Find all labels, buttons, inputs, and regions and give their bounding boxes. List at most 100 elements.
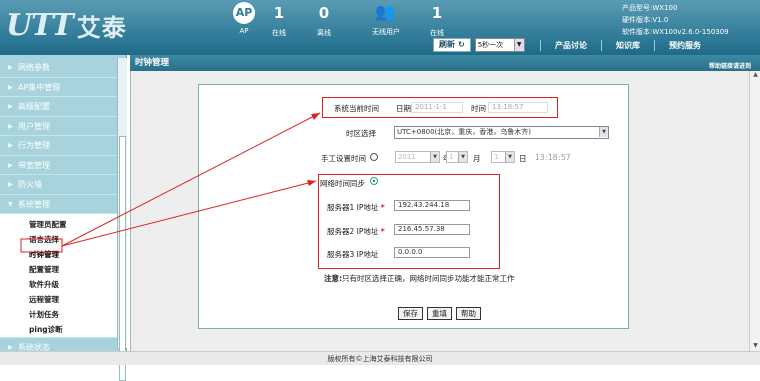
manual-time-radio[interactable] [370,153,378,161]
timezone-label: 时区选择 [346,129,376,138]
chevron-down-icon: ▼ [505,152,514,162]
server2-label: 服务器2 IP地址 * [327,227,385,236]
sidebar-item-advanced[interactable]: ▶ 高级配置 [0,97,126,117]
hour-field[interactable]: 13 [535,153,545,162]
refresh-interval-value: 5秒一次 [477,40,504,49]
day-value: 1 [494,153,499,161]
sidebar-subitem-schedule[interactable]: 计划任务 [0,307,126,322]
top-nav: 产品讨论 知识库 预约服务 [540,40,715,51]
ap-offline-stat: 0 离线 [313,3,335,38]
save-button[interactable]: 保存 [398,307,423,320]
refresh-bar: 刷新 ↻ 5秒一次 ▼ [433,37,525,52]
refresh-label: 刷新 [439,39,455,49]
nav-knowledge-base[interactable]: 知识库 [601,40,654,51]
minute-field[interactable]: 18 [548,153,558,162]
sidebar-scroll-thumb[interactable] [119,136,126,381]
sidebar-subitem-language[interactable]: 语言选择 [0,232,126,247]
product-info: 产品型号:WX100 硬件版本:V1.0 软件版本:WX100v2.6.0-15… [622,2,729,38]
sidebar-subitem-ping[interactable]: ping诊断 [0,322,126,337]
date-field: 2011-1-1 [411,102,463,113]
scroll-down-icon[interactable]: ▼ [751,342,760,351]
sidebar-item-firewall[interactable]: ▶ 防火墙 [0,175,126,195]
ap-online-label: 在线 [272,29,286,37]
sidebar-item-label: 系统管理 [18,199,50,209]
page-title-text: 时钟管理 [135,58,170,68]
refresh-button[interactable]: 刷新 ↻ [433,37,471,52]
year-select[interactable]: 2011 ▼ [395,151,440,163]
sidebar-item-ap-management[interactable]: ▶ AP集中管理 [0,78,126,97]
sidebar-item-system[interactable]: ▼ 系统管理 [0,195,126,214]
refresh-icon: ↻ [458,39,465,49]
sidebar-item-label: 用户管理 [18,121,50,131]
server3-label: 服务器3 IP地址 [327,250,379,259]
second-field[interactable]: 57 [561,153,571,162]
help-button[interactable]: 帮助 [456,307,481,320]
month-unit: 月 [473,154,481,163]
logo-mark: UTT [6,7,74,43]
server3-ip-input[interactable]: 0.0.0.0 [394,247,470,258]
month-select[interactable]: 1 ▼ [446,151,468,163]
nav-reservation[interactable]: 预约服务 [654,40,715,51]
sidebar-subitem-admin[interactable]: 管理员配置 [0,217,126,232]
ntp-label: 网络时间同步 [320,179,365,188]
server2-ip-input[interactable]: 216.45.57.38 [394,224,470,235]
sidebar-item-label: 防火墙 [18,180,42,189]
sidebar-subitem-remote[interactable]: 远程管理 [0,292,126,307]
manual-time-label: 手工设置时间 [321,154,366,163]
refresh-interval-select[interactable]: 5秒一次 ▼ [474,37,525,52]
sidebar-scrollbar[interactable] [117,58,127,381]
timezone-select[interactable]: UTC+0800(北京，重庆，香港，乌鲁木齐) ▼ [394,126,609,139]
nav-product-discussion[interactable]: 产品讨论 [540,40,601,51]
timezone-value: UTC+0800(北京，重庆，香港，乌鲁木齐) [397,128,532,136]
users-icon: 👥 [375,2,395,21]
sidebar-item-label: AP集中管理 [18,82,61,92]
caret-right-icon: ▶ [8,83,13,91]
date-label: 日期 [396,104,411,113]
users-online-count: 1 [431,4,443,22]
sidebar-item-behavior[interactable]: ▶ 行为管理 [0,136,126,156]
caret-right-icon: ▶ [8,103,13,110]
ap-offline-count: 0 [318,4,330,22]
chevron-down-icon: ▼ [599,127,608,137]
footer: 版权所有©上海艾泰科技有限公司 [0,351,760,365]
wireless-users-label: 无线用户 [372,28,400,36]
sidebar-subitem-clock[interactable]: 时钟管理 [0,247,126,262]
brand-logo: UTT 艾泰 [6,7,127,43]
hardware-version: 硬件版本:V1.0 [622,16,669,24]
ap-label: AP [239,27,249,35]
ap-offline-label: 离线 [317,29,331,37]
caret-right-icon: ▶ [8,142,13,149]
ap-icon: AP [233,2,255,24]
year-value: 2011 [398,153,416,161]
sidebar-subitem-upgrade[interactable]: 软件升级 [0,277,126,292]
ap-online-stat: 1 在线 [268,3,290,38]
caret-right-icon: ▶ [8,122,13,130]
note: 注意:只有时区选择正确，网络时间同步功能才能正常工作 [324,273,515,284]
help-link[interactable]: 帮助链接请进到 [709,59,751,75]
server1-label: 服务器1 IP地址 * [327,203,385,212]
users-online-stat: 1 在线 [426,3,448,38]
sidebar-subitem-config[interactable]: 配置管理 [0,262,126,277]
day-select[interactable]: 1 ▼ [491,151,515,163]
page-title: 时钟管理 帮助链接请进到 [130,55,760,71]
sidebar-item-bandwidth[interactable]: ▶ 带宽管理 [0,156,126,175]
software-version: 软件版本:WX100v2.6.0-150309 [622,28,729,36]
main-scrollbar[interactable]: ▲ ▼ [749,71,760,351]
top-header: UTT 艾泰 AP AP 1 在线 0 离线 👥 无线用户 1 在线 产品型号:… [0,0,760,55]
sidebar: ▶ 网络参数 ▶ AP集中管理 ▶ 高级配置 ▶ 用户管理 ▶ 行为管理 ▶ 带宽管理 ▶ 防… [0,55,127,357]
scroll-up-icon[interactable]: ▲ [751,71,760,80]
sidebar-item-network[interactable]: ▶ 网络参数 [0,58,126,78]
ntp-radio[interactable] [370,177,378,185]
chevron-down-icon: ▼ [458,152,467,162]
reset-button[interactable]: 重填 [427,307,452,320]
server1-ip-input[interactable]: 192.43.244.18 [394,200,470,211]
logo-name: 艾泰 [76,13,127,42]
month-value: 1 [449,153,454,161]
sidebar-item-users[interactable]: ▶ 用户管理 [0,117,126,136]
system-submenu: 管理员配置 语言选择 时钟管理 配置管理 软件升级 远程管理 计划任务 ping… [0,214,126,337]
chevron-down-icon: ▼ [430,152,439,162]
time-field: 13:18:57 [488,102,548,113]
sidebar-item-label: 带宽管理 [18,160,50,170]
time-label: 时间 [471,104,486,113]
copyright: 版权所有©上海艾泰科技有限公司 [327,355,433,363]
